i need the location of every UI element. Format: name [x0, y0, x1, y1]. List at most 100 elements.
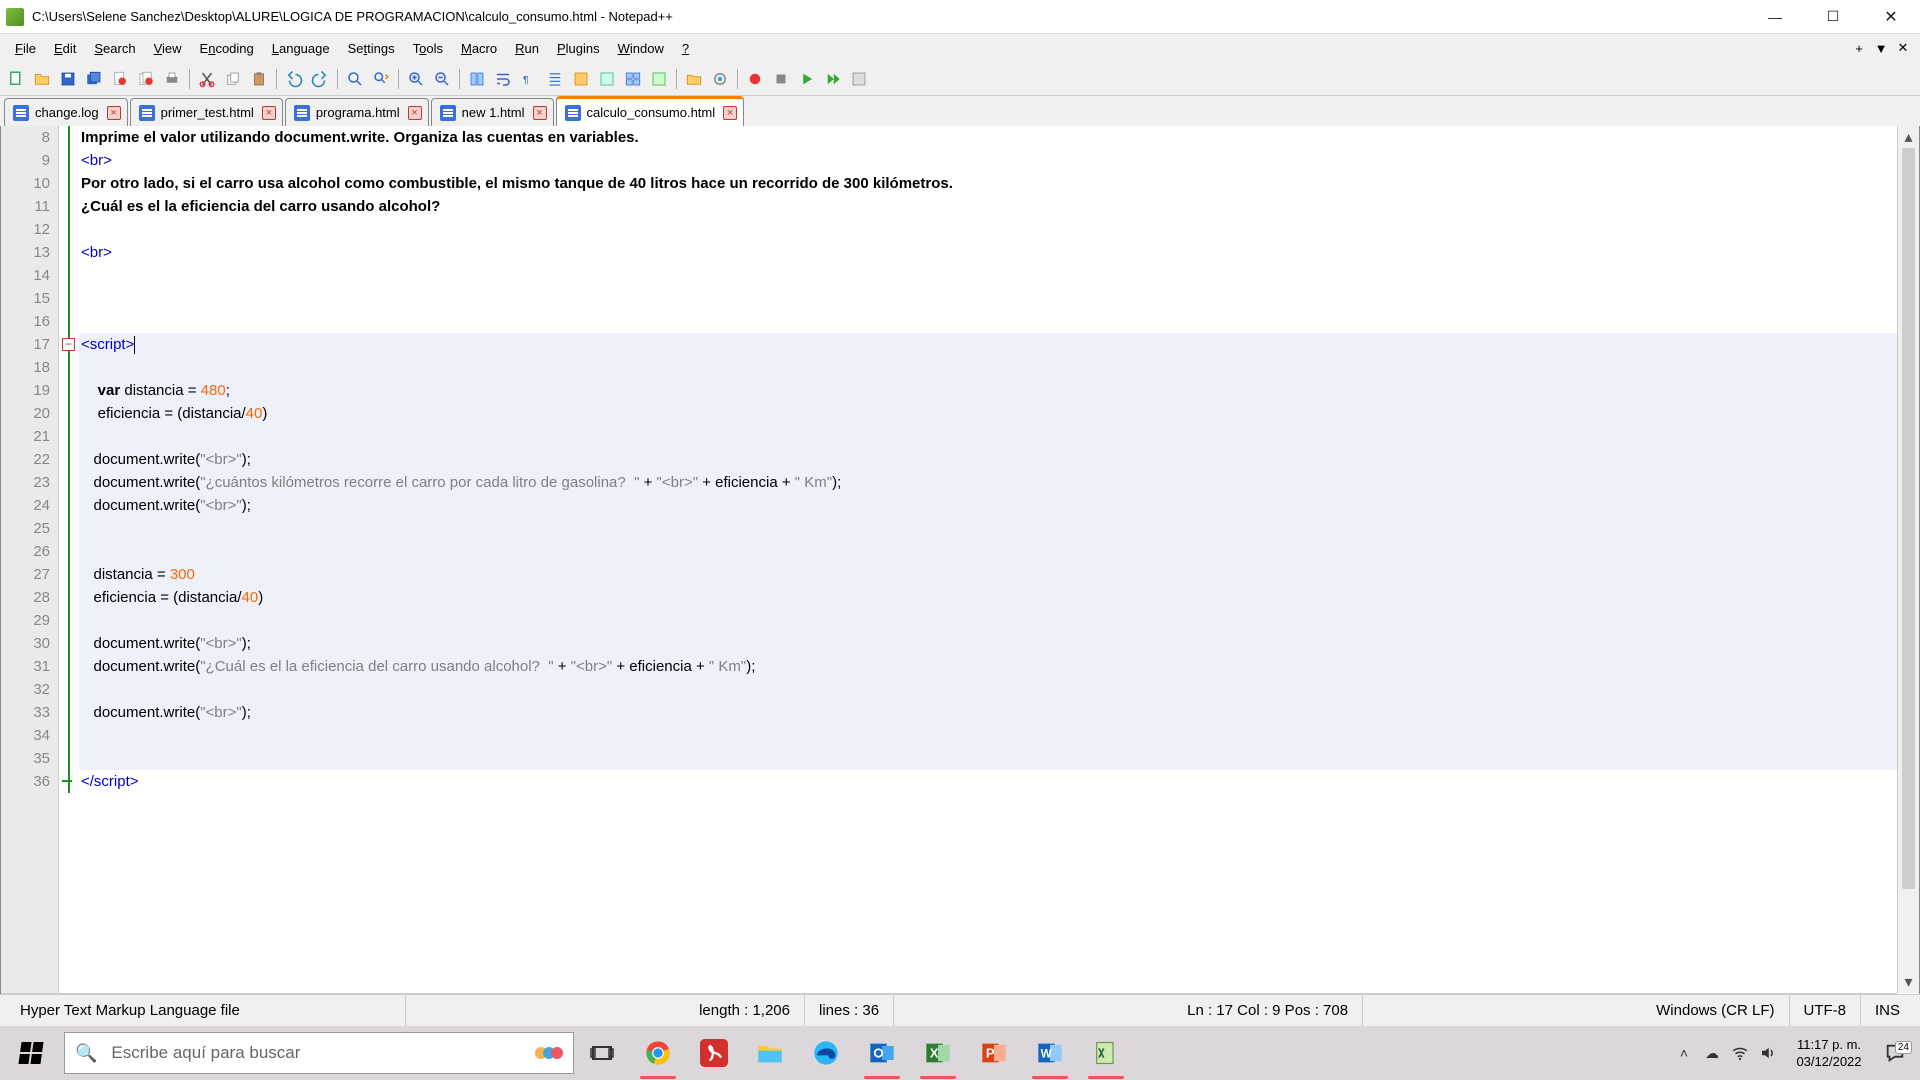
- record-macro-icon[interactable]: [743, 67, 767, 91]
- tab-bar: change.log×primer_test.html×programa.htm…: [0, 96, 1920, 126]
- zoom-out-icon[interactable]: [430, 67, 454, 91]
- menu-file[interactable]: File: [6, 39, 45, 58]
- menu-language[interactable]: Language: [263, 39, 339, 58]
- svg-text:W: W: [1041, 1048, 1052, 1061]
- print-icon[interactable]: [160, 67, 184, 91]
- chrome-icon[interactable]: [630, 1026, 686, 1080]
- status-insert-mode: INS: [1861, 995, 1914, 1026]
- clock-date: 03/12/2022: [1782, 1053, 1876, 1070]
- clock-time: 11:17 p. m.: [1782, 1036, 1876, 1053]
- cut-icon[interactable]: [195, 67, 219, 91]
- outlook-icon[interactable]: [854, 1026, 910, 1080]
- word-icon[interactable]: W: [1022, 1026, 1078, 1080]
- new-file-icon[interactable]: [4, 67, 28, 91]
- menu-search[interactable]: Search: [85, 39, 144, 58]
- tab-primer_test-html[interactable]: primer_test.html×: [130, 98, 283, 126]
- stop-macro-icon[interactable]: [769, 67, 793, 91]
- language-icon[interactable]: [569, 67, 593, 91]
- search-icon: 🔍: [75, 1043, 97, 1064]
- replace-icon[interactable]: [369, 67, 393, 91]
- svg-text:X: X: [930, 1046, 939, 1061]
- edge-icon[interactable]: [798, 1026, 854, 1080]
- window-titlebar: C:\Users\Selene Sanchez\Desktop\ALURE\LO…: [0, 0, 1920, 34]
- new-tab-plus[interactable]: +: [1848, 41, 1870, 56]
- paste-icon[interactable]: [247, 67, 271, 91]
- folder-open-icon[interactable]: [682, 67, 706, 91]
- play-macro-icon[interactable]: [795, 67, 819, 91]
- code-text-area[interactable]: Imprime el valor utilizando document.wri…: [79, 126, 1919, 993]
- window-title: C:\Users\Selene Sanchez\Desktop\ALURE\LO…: [32, 9, 1746, 24]
- copy-icon[interactable]: [221, 67, 245, 91]
- menu-encoding[interactable]: Encoding: [191, 39, 263, 58]
- menu-tools[interactable]: Tools: [404, 39, 452, 58]
- menu-macro[interactable]: Macro: [452, 39, 506, 58]
- taskbar-search[interactable]: 🔍 Escribe aquí para buscar: [64, 1032, 574, 1074]
- folder-workspace-icon[interactable]: [621, 67, 645, 91]
- zoom-in-icon[interactable]: [404, 67, 428, 91]
- run-multiple-icon[interactable]: [821, 67, 845, 91]
- redo-icon[interactable]: [308, 67, 332, 91]
- close-all-icon[interactable]: [134, 67, 158, 91]
- acrobat-icon[interactable]: [686, 1026, 742, 1080]
- tab-label: new 1.html: [462, 105, 525, 120]
- open-file-icon[interactable]: [30, 67, 54, 91]
- show-all-chars-icon[interactable]: ¶: [517, 67, 541, 91]
- doc-map-icon[interactable]: [595, 67, 619, 91]
- scroll-up-icon[interactable]: ▴: [1898, 126, 1919, 148]
- status-lines: lines : 36: [805, 995, 894, 1026]
- monitor-icon[interactable]: [708, 67, 732, 91]
- tray-up-icon[interactable]: ˄: [1670, 1026, 1698, 1080]
- notifications-icon[interactable]: 24: [1876, 1042, 1914, 1064]
- taskbar-clock[interactable]: 11:17 p. m. 03/12/2022: [1782, 1036, 1876, 1070]
- save-macro-icon[interactable]: [847, 67, 871, 91]
- tab-label: calculo_consumo.html: [587, 105, 716, 120]
- tab-close-icon[interactable]: ×: [107, 106, 121, 120]
- tab-close-icon[interactable]: ×: [533, 106, 547, 120]
- menu-?[interactable]: ?: [673, 39, 698, 58]
- line-number-gutter: 8910111213141516171819202122232425262728…: [1, 126, 59, 993]
- scroll-down-icon[interactable]: ▾: [1898, 971, 1919, 993]
- close-tab-x[interactable]: ✕: [1892, 40, 1914, 56]
- svg-text:¶: ¶: [523, 73, 529, 85]
- undo-icon[interactable]: [282, 67, 306, 91]
- tab-change-log[interactable]: change.log×: [4, 98, 128, 126]
- vertical-scrollbar[interactable]: ▴ ▾: [1897, 126, 1919, 993]
- tab-close-icon[interactable]: ×: [262, 106, 276, 120]
- function-list-icon[interactable]: [647, 67, 671, 91]
- menu-edit[interactable]: Edit: [45, 39, 85, 58]
- tab-close-icon[interactable]: ×: [408, 106, 422, 120]
- tab-calculo_consumo-html[interactable]: calculo_consumo.html ×: [556, 96, 745, 126]
- volume-icon[interactable]: [1754, 1026, 1782, 1080]
- maximize-button[interactable]: ☐: [1804, 0, 1862, 34]
- menu-run[interactable]: Run: [506, 39, 548, 58]
- save-all-icon[interactable]: [82, 67, 106, 91]
- excel-icon[interactable]: X: [910, 1026, 966, 1080]
- minimize-button[interactable]: —: [1746, 0, 1804, 34]
- toolbar: ¶: [0, 62, 1920, 96]
- start-button[interactable]: [0, 1026, 62, 1080]
- tab-list-dropdown[interactable]: ▼: [1870, 41, 1892, 56]
- file-icon: [139, 105, 155, 121]
- powerpoint-icon[interactable]: P: [966, 1026, 1022, 1080]
- wifi-icon[interactable]: [1726, 1026, 1754, 1080]
- close-button[interactable]: ✕: [1862, 0, 1920, 34]
- menu-plugins[interactable]: Plugins: [548, 39, 609, 58]
- save-icon[interactable]: [56, 67, 80, 91]
- explorer-icon[interactable]: [742, 1026, 798, 1080]
- windows-taskbar: 🔍 Escribe aquí para buscar X P W ˄ ☁ 11:…: [0, 1026, 1920, 1080]
- close-file-icon[interactable]: [108, 67, 132, 91]
- menu-window[interactable]: Window: [609, 39, 673, 58]
- word-wrap-icon[interactable]: [491, 67, 515, 91]
- fold-column[interactable]: −: [59, 126, 79, 993]
- tab-close-icon[interactable]: ×: [723, 106, 737, 120]
- sync-scroll-icon[interactable]: [465, 67, 489, 91]
- tab-programa-html[interactable]: programa.html×: [285, 98, 429, 126]
- onedrive-icon[interactable]: ☁: [1698, 1026, 1726, 1080]
- notepadpp-taskbar-icon[interactable]: [1078, 1026, 1134, 1080]
- tab-new-1-html[interactable]: new 1.html ×: [431, 98, 554, 126]
- task-view-icon[interactable]: [574, 1026, 630, 1080]
- menu-settings[interactable]: Settings: [339, 39, 404, 58]
- menu-view[interactable]: View: [145, 39, 191, 58]
- find-icon[interactable]: [343, 67, 367, 91]
- indent-guide-icon[interactable]: [543, 67, 567, 91]
